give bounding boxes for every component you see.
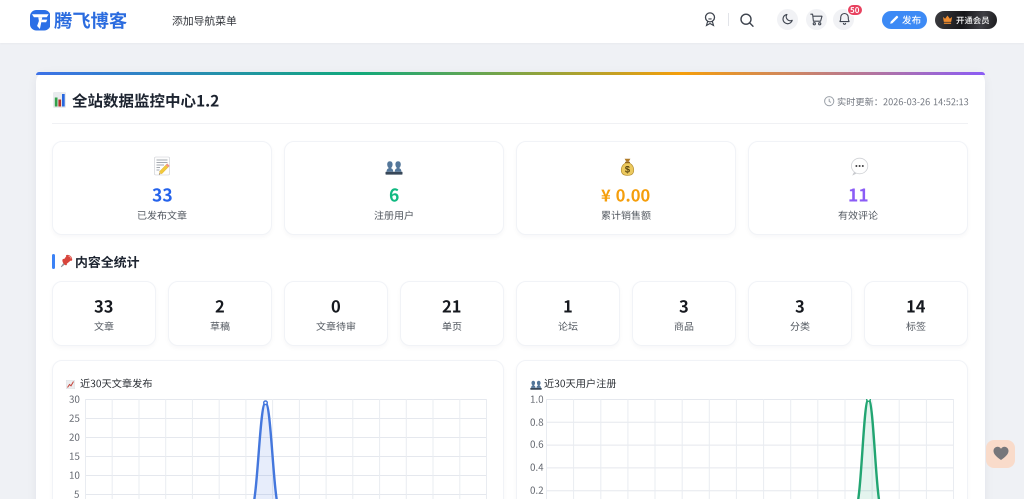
svg-text:$: $ [624, 164, 630, 174]
